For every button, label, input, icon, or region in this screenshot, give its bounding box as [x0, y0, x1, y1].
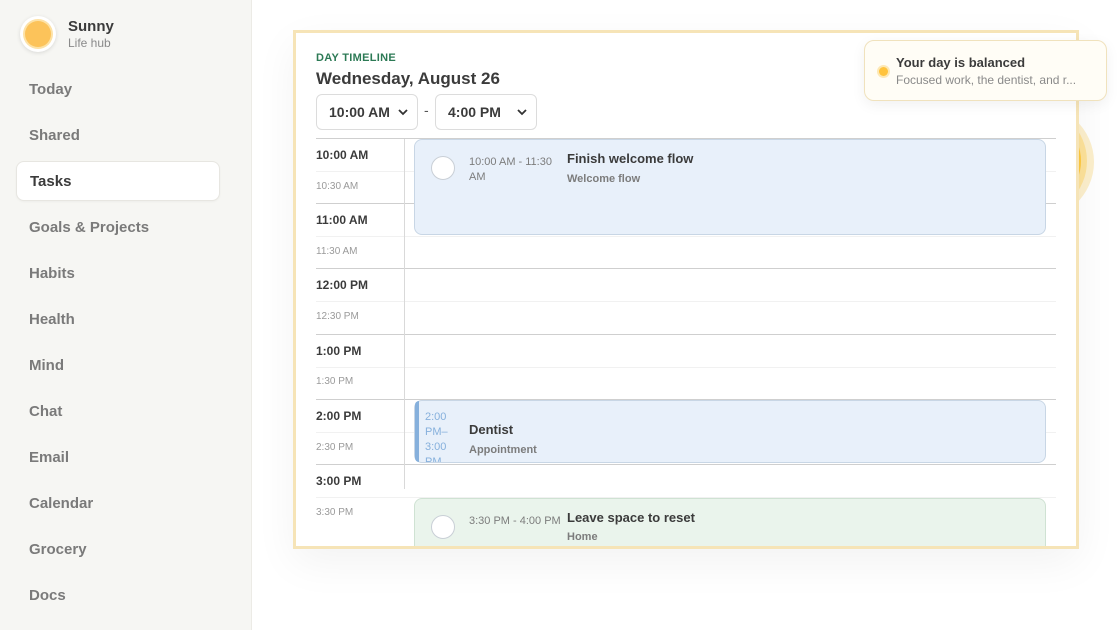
hour-divider: [316, 464, 1056, 465]
start-time-value: 10:00 AM: [329, 104, 390, 120]
sidebar-item-grocery[interactable]: Grocery: [16, 529, 220, 569]
event-leave-space-to-reset[interactable]: 3:30 PM - 4:00 PM Leave space to reset H…: [414, 498, 1046, 546]
time-label: 11:30 AM: [316, 246, 358, 257]
event-title: Leave space to reset: [567, 510, 695, 525]
sidebar-nav: Today Shared Tasks Goals & Projects Habi…: [16, 69, 220, 621]
time-label: 1:00 PM: [316, 344, 362, 358]
time-label: 2:30 PM: [316, 442, 354, 453]
timeline-eyebrow: DAY TIMELINE: [316, 52, 397, 64]
sidebar-item-calendar[interactable]: Calendar: [16, 483, 220, 523]
complete-checkbox[interactable]: [431, 515, 455, 539]
event-time: 10:00 AM - 11:30 AM: [469, 156, 552, 183]
hour-divider: [316, 334, 1056, 335]
time-gutter-divider: [404, 139, 405, 489]
half-hour-divider: [316, 236, 1056, 237]
event-title: Dentist: [469, 422, 514, 437]
sidebar-item-email[interactable]: Email: [16, 437, 220, 477]
toast-title: Your day is balanced: [896, 55, 1026, 70]
sun-icon: [25, 21, 51, 47]
sidebar-item-tasks[interactable]: Tasks: [16, 161, 220, 201]
half-hour-divider: [316, 367, 1056, 368]
brand-subtitle: Life hub: [68, 36, 111, 50]
day-timeline-card: DAY TIMELINE Wednesday, August 26 10:00 …: [293, 30, 1079, 549]
event-dentist[interactable]: 2:00 PM– 3:00 PM Dentist Appointment: [414, 400, 1046, 463]
event-subtitle: Appointment: [469, 444, 537, 456]
toast-body: Focused work, the dentist, and r...: [896, 73, 1077, 87]
sidebar-item-health[interactable]: Health: [16, 299, 220, 339]
event-title: Finish welcome flow: [567, 151, 694, 166]
event-finish-welcome-flow[interactable]: 10:00 AM - 11:30 AM Finish welcome flow …: [414, 139, 1046, 235]
brand-avatar: [20, 16, 56, 52]
start-time-select[interactable]: 10:00 AM: [316, 94, 418, 130]
time-label: 2:00 PM: [316, 409, 362, 423]
sidebar-item-goals-projects[interactable]: Goals & Projects: [16, 207, 220, 247]
half-hour-divider: [316, 301, 1056, 302]
time-label: 12:30 PM: [316, 311, 359, 322]
status-dot-icon: [879, 67, 888, 76]
end-time-select[interactable]: 4:00 PM: [435, 94, 537, 130]
time-label: 10:00 AM: [316, 148, 369, 162]
sidebar-item-docs[interactable]: Docs: [16, 575, 220, 615]
brand-name: Sunny: [68, 18, 114, 35]
event-time: 3:30 PM - 4:00 PM: [469, 515, 561, 527]
sidebar-item-shared[interactable]: Shared: [16, 115, 220, 155]
time-label: 11:00 AM: [316, 213, 368, 227]
time-label: 3:30 PM: [316, 507, 354, 518]
time-label: 10:30 AM: [316, 181, 359, 192]
sidebar-item-chat[interactable]: Chat: [16, 391, 220, 431]
sidebar-item-habits[interactable]: Habits: [16, 253, 220, 293]
end-time-value: 4:00 PM: [448, 104, 501, 120]
hour-divider: [316, 268, 1056, 269]
time-label: 1:30 PM: [316, 376, 354, 387]
sidebar-item-today[interactable]: Today: [16, 69, 220, 109]
event-accent-bar: [415, 401, 419, 462]
event-time: 2:00 PM– 3:00 PM: [425, 411, 448, 462]
sidebar: Sunny Life hub Today Shared Tasks Goals …: [0, 0, 252, 630]
timeline-date-title: Wednesday, August 26: [316, 69, 500, 88]
time-label: 3:00 PM: [316, 474, 362, 488]
time-label: 12:00 PM: [316, 278, 369, 292]
sidebar-item-mind[interactable]: Mind: [16, 345, 220, 385]
chevron-down-icon: [398, 109, 408, 116]
brand[interactable]: Sunny Life hub: [20, 16, 114, 52]
balance-toast[interactable]: Your day is balanced Focused work, the d…: [864, 40, 1107, 101]
event-subtitle: Welcome flow: [567, 173, 641, 185]
complete-checkbox[interactable]: [431, 156, 455, 180]
event-subtitle: Home: [567, 531, 598, 543]
range-separator: -: [424, 102, 429, 118]
chevron-down-icon: [517, 109, 527, 116]
